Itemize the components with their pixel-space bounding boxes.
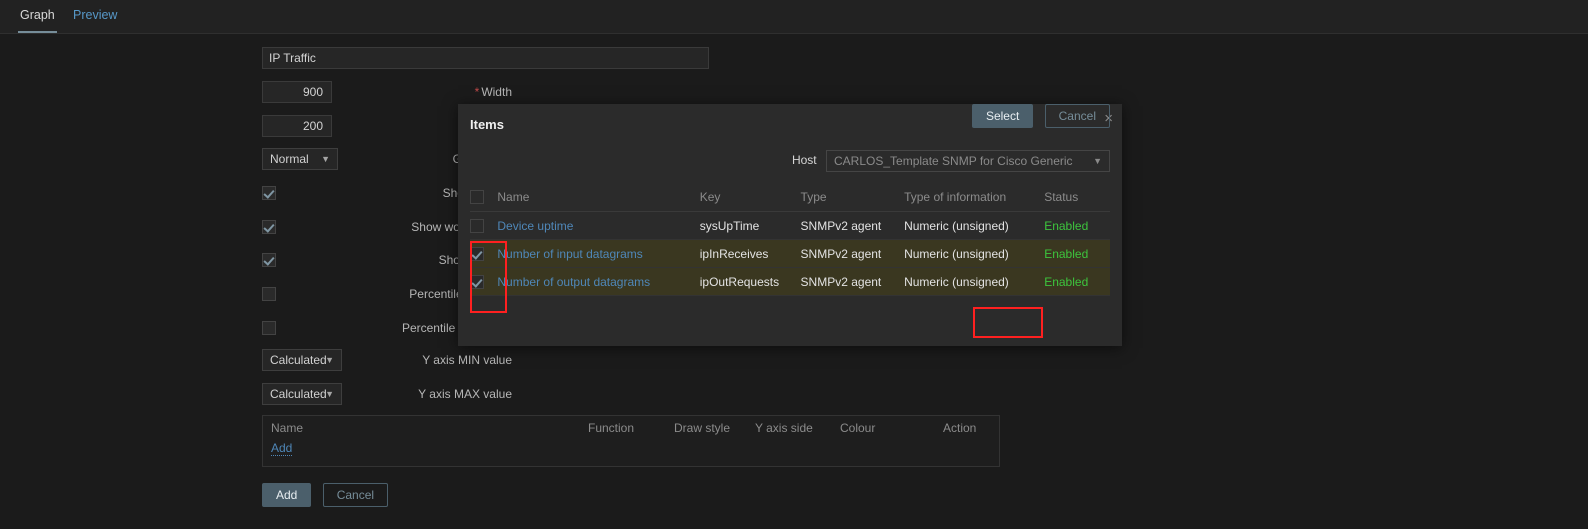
tab-graph[interactable]: Graph	[18, 8, 57, 33]
table-row[interactable]: Number of input datagrams ipInReceives S…	[470, 239, 1110, 268]
row-item-info: Numeric (unsigned)	[904, 211, 1045, 240]
name-input[interactable]	[262, 47, 709, 69]
host-filter: Host CARLOS_Template SNMP for Cisco Gene…	[792, 150, 1110, 172]
col-name: Name	[497, 184, 700, 212]
items-col-action: Action	[943, 421, 977, 435]
chevron-down-icon: ▼	[1093, 156, 1102, 166]
tab-preview[interactable]: Preview	[71, 8, 119, 31]
row-item-name[interactable]: Number of input datagrams	[497, 239, 700, 268]
chevron-down-icon: ▼	[325, 355, 334, 365]
show-working-time-control	[262, 216, 276, 234]
y-axis-max-select[interactable]: Calculated ▼	[262, 383, 342, 405]
y-axis-min-control: Calculated ▼	[262, 349, 342, 371]
chevron-down-icon: ▼	[321, 154, 330, 164]
items-col-name: Name	[271, 421, 304, 435]
host-select[interactable]: CARLOS_Template SNMP for Cisco Generic ▼	[826, 150, 1110, 172]
chevron-down-icon: ▼	[325, 389, 334, 399]
select-all-checkbox[interactable]	[470, 190, 484, 204]
percentile-left-control	[262, 283, 276, 301]
row-checkbox-cell	[470, 267, 498, 296]
width-input[interactable]	[262, 81, 332, 103]
items-modal: Items × Host CARLOS_Template SNMP for Ci…	[458, 104, 1122, 346]
items-col-function: Function	[588, 421, 635, 435]
tab-bar: Graph Preview	[0, 0, 1588, 34]
row-item-type: SNMPv2 agent	[800, 267, 905, 296]
modal-cancel-button[interactable]: Cancel	[1044, 104, 1110, 128]
row-checkbox-cell	[470, 211, 498, 240]
col-key: Key	[699, 184, 801, 212]
host-label: Host	[791, 153, 817, 168]
width-control	[262, 81, 332, 103]
row-item-name[interactable]: Number of output datagrams	[497, 267, 700, 296]
height-control	[262, 115, 332, 137]
field-percentile-right-row: Percentile line (right)	[0, 317, 512, 339]
graph-type-value: Normal	[270, 152, 309, 166]
row-checkbox[interactable]	[470, 247, 484, 261]
percentile-right-checkbox[interactable]	[262, 321, 276, 335]
field-show-triggers-row: Show triggers	[0, 249, 512, 271]
show-triggers-control	[262, 249, 276, 267]
col-info: Type of information	[904, 184, 1045, 212]
table-row[interactable]: Device uptime sysUpTime SNMPv2 agent Num…	[470, 211, 1110, 240]
field-y-axis-min-row: Y axis MIN value Calculated ▼	[0, 349, 512, 371]
row-item-status: Enabled	[1044, 267, 1110, 296]
y-axis-max-control: Calculated ▼	[262, 383, 342, 405]
form-footer: Add Cancel	[0, 483, 512, 509]
items-table-header-row: Name Key Type Type of information Status	[470, 184, 1110, 212]
field-graph-type-row: Graph type Normal ▼	[0, 148, 512, 170]
field-percentile-left-row: Percentile line (left)	[0, 283, 512, 305]
select-button[interactable]: Select	[971, 104, 1034, 128]
submit-add-button[interactable]: Add	[262, 483, 312, 507]
select-all-cell	[470, 184, 498, 212]
row-item-info: Numeric (unsigned)	[904, 267, 1045, 296]
row-item-key: ipInReceives	[699, 239, 801, 268]
row-checkbox-cell	[470, 239, 498, 268]
items-add-link[interactable]: Add	[271, 441, 293, 456]
row-checkbox[interactable]	[470, 275, 484, 289]
row-item-type: SNMPv2 agent	[800, 211, 905, 240]
row-item-key: sysUpTime	[699, 211, 801, 240]
row-item-info: Numeric (unsigned)	[904, 239, 1045, 268]
percentile-left-checkbox[interactable]	[262, 287, 276, 301]
row-item-status: Enabled	[1044, 211, 1110, 240]
graph-type-control: Normal ▼	[262, 148, 338, 170]
graph-items-table: Name Function Draw style Y axis side Col…	[262, 415, 1000, 467]
col-type: Type	[800, 184, 905, 212]
percentile-right-control	[262, 317, 276, 335]
row-item-type: SNMPv2 agent	[800, 239, 905, 268]
show-legend-control	[262, 182, 276, 200]
form-cancel-button[interactable]: Cancel	[322, 483, 389, 507]
field-y-axis-max-row: Y axis MAX value Calculated ▼	[0, 383, 512, 405]
name-control	[262, 47, 709, 69]
field-show-legend-row: Show legend	[0, 182, 512, 204]
row-item-status: Enabled	[1044, 239, 1110, 268]
items-col-y-axis-side: Y axis side	[755, 421, 813, 435]
y-axis-max-value: Calculated	[270, 387, 327, 401]
y-axis-min-select[interactable]: Calculated ▼	[262, 349, 342, 371]
field-show-working-time-row: Show working time	[0, 216, 512, 238]
items-col-draw-style: Draw style	[674, 421, 731, 435]
field-name-row: *Name	[0, 47, 709, 69]
graph-type-select[interactable]: Normal ▼	[262, 148, 338, 170]
required-marker-width: *	[474, 85, 480, 99]
row-item-key: ipOutRequests	[699, 267, 801, 296]
col-status: Status	[1044, 184, 1110, 212]
items-col-colour: Colour	[840, 421, 876, 435]
show-legend-checkbox[interactable]	[262, 186, 276, 200]
show-triggers-checkbox[interactable]	[262, 253, 276, 267]
form-footer-buttons: Add Cancel	[262, 483, 389, 507]
host-select-value: CARLOS_Template SNMP for Cisco Generic	[834, 154, 1073, 168]
field-height-row: *Height	[0, 115, 512, 137]
field-width-row: * Width	[0, 81, 512, 103]
row-item-name[interactable]: Device uptime	[497, 211, 700, 240]
table-row[interactable]: Number of output datagrams ipOutRequests…	[470, 267, 1110, 296]
modal-title: Items	[470, 117, 504, 132]
show-working-time-checkbox[interactable]	[262, 220, 276, 234]
height-input[interactable]	[262, 115, 332, 137]
row-checkbox[interactable]	[470, 219, 484, 233]
items-table: Name Key Type Type of information Status…	[470, 184, 1110, 296]
modal-footer: Select Cancel	[964, 104, 1110, 128]
y-axis-min-value: Calculated	[270, 353, 327, 367]
